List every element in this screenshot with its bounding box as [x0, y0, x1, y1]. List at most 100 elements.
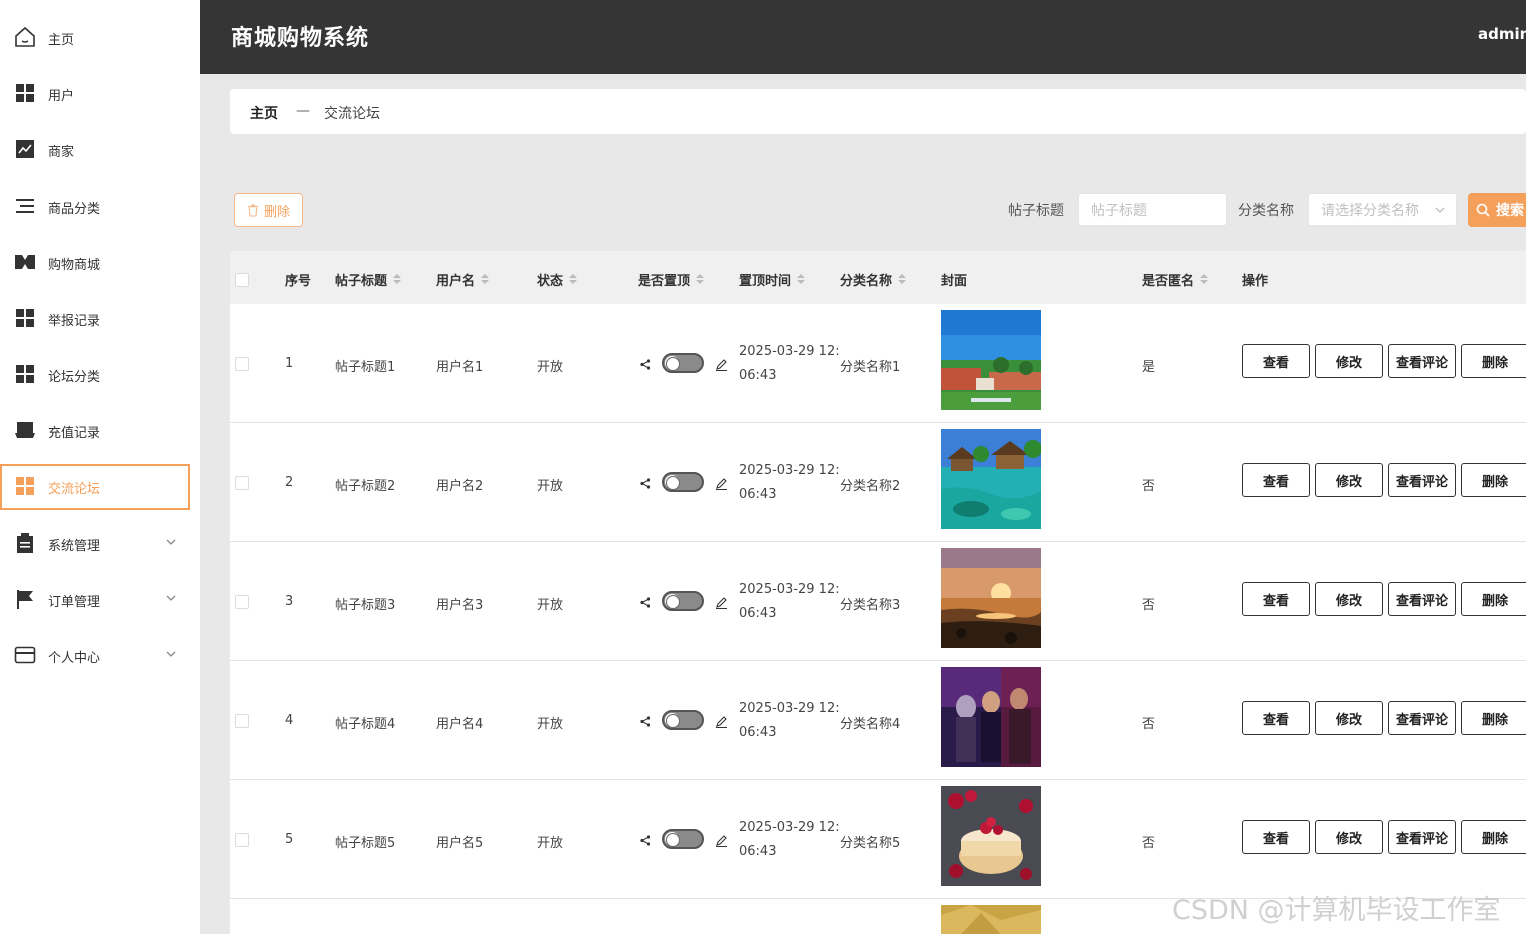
sidebar-item-orders[interactable]: 订单管理 [0, 577, 190, 623]
sidebar-item-profile[interactable]: 个人中心 [0, 633, 190, 679]
cell-title: 帖子标题1 [335, 360, 396, 375]
cell-pin-time: 2025-03-29 12: [739, 463, 840, 478]
pin-toggle[interactable] [662, 353, 704, 373]
edit-button[interactable]: 修改 [1315, 463, 1383, 497]
sidebar-item-merchants[interactable]: 商家 [0, 127, 190, 173]
cell-anonymous: 否 [1142, 836, 1156, 851]
sidebar-item-home[interactable]: 主页 [0, 15, 190, 61]
sidebar-item-product-category[interactable]: 商品分类 [0, 184, 190, 230]
sidebar-item-label: 交流论坛 [48, 481, 101, 497]
forum-table: 序号 帖子标题 用户名 状态 是否置顶 置顶时间 分类名称 封面 是否匿名 操作… [230, 251, 1526, 934]
view-comments-button[interactable]: 查看评论 [1388, 344, 1456, 378]
title-search-placeholder: 帖子标题 [1091, 202, 1147, 219]
cell-user: 用户名1 [436, 360, 484, 375]
grid-icon [16, 365, 34, 383]
column-header-pin-time[interactable]: 置顶时间 [739, 270, 806, 289]
edit-button[interactable]: 修改 [1315, 701, 1383, 735]
row-checkbox[interactable] [235, 714, 249, 728]
column-header-pinned[interactable]: 是否置顶 [638, 270, 705, 289]
sidebar-item-system[interactable]: 系统管理 [0, 521, 190, 567]
cell-pin-time: 2025-03-29 12: [739, 820, 840, 835]
sidebar-item-users[interactable]: 用户 [0, 71, 190, 117]
row-checkbox[interactable] [235, 357, 249, 371]
app-title: 商城购物系统 [231, 26, 370, 51]
sidebar-item-forum[interactable]: 交流论坛 [0, 464, 190, 510]
sidebar-item-label: 个人中心 [48, 650, 101, 666]
cell-pin-time: 2025-03-29 12: [739, 701, 840, 716]
cell-category: 分类名称1 [840, 360, 901, 375]
view-comments-button[interactable]: 查看评论 [1388, 820, 1456, 854]
edit-button[interactable]: 修改 [1315, 820, 1383, 854]
column-header-category[interactable]: 分类名称 [840, 270, 907, 289]
table-row: 1 帖子标题1 用户名1 开放 2025-03-29 12: 06:43 分类名… [230, 304, 1526, 423]
search-button[interactable]: 搜索 [1468, 193, 1526, 227]
title-search-input[interactable]: 帖子标题 [1078, 193, 1227, 226]
view-button[interactable]: 查看 [1242, 582, 1310, 616]
column-header-title[interactable]: 帖子标题 [335, 270, 402, 289]
sidebar: 主页 用户 商家 商品分类 购物商城 举报记录 论坛分类 充值记录 交流论坛 系… [0, 0, 200, 934]
table-row: 3 帖子标题3 用户名3 开放 2025-03-29 12: 06:43 分类名… [230, 542, 1526, 661]
cell-pin-time-2: 06:43 [739, 844, 777, 859]
pin-toggle[interactable] [662, 472, 704, 492]
delete-button[interactable]: 删除 [1461, 582, 1526, 616]
breadcrumb-current: 交流论坛 [324, 106, 380, 122]
cell-status: 开放 [537, 836, 564, 851]
column-header-index: 序号 [285, 274, 312, 289]
cell-title: 帖子标题3 [335, 598, 396, 613]
sidebar-item-reports[interactable]: 举报记录 [0, 296, 190, 342]
view-button[interactable]: 查看 [1242, 701, 1310, 735]
column-header-status[interactable]: 状态 [537, 270, 578, 289]
edit-button[interactable]: 修改 [1315, 582, 1383, 616]
share-icon [640, 835, 651, 846]
pin-toggle[interactable] [662, 710, 704, 730]
edit-icon [716, 359, 727, 371]
column-header-anonymous[interactable]: 是否匿名 [1142, 270, 1209, 289]
delete-button[interactable]: 删除 [1461, 463, 1526, 497]
breadcrumb-home[interactable]: 主页 [250, 103, 278, 123]
view-comments-button[interactable]: 查看评论 [1388, 463, 1456, 497]
cover-image [941, 310, 1041, 410]
sidebar-item-forum-category[interactable]: 论坛分类 [0, 352, 190, 398]
chevron-down-icon [166, 651, 176, 657]
chevron-down-icon [1435, 207, 1445, 213]
sidebar-item-recharge[interactable]: 充值记录 [0, 408, 190, 454]
cell-category: 分类名称3 [840, 598, 901, 613]
pin-toggle[interactable] [662, 829, 704, 849]
sort-icon [898, 273, 907, 286]
view-button[interactable]: 查看 [1242, 344, 1310, 378]
cell-index: 3 [285, 594, 294, 609]
cover-image [941, 786, 1041, 886]
sort-icon [797, 273, 806, 286]
chart-icon [16, 140, 34, 158]
shop-icon [15, 255, 35, 269]
delete-button[interactable]: 删除 [1461, 820, 1526, 854]
row-checkbox[interactable] [235, 476, 249, 490]
column-header-user[interactable]: 用户名 [436, 270, 490, 289]
delete-button[interactable]: 删除 [1461, 344, 1526, 378]
edit-button[interactable]: 修改 [1315, 344, 1383, 378]
view-comments-button[interactable]: 查看评论 [1388, 701, 1456, 735]
row-checkbox[interactable] [235, 833, 249, 847]
store-icon [15, 422, 35, 438]
cell-index: 2 [285, 475, 294, 490]
view-comments-button[interactable]: 查看评论 [1388, 582, 1456, 616]
batch-delete-button[interactable]: 删除 [234, 193, 303, 227]
row-checkbox[interactable] [235, 595, 249, 609]
home-icon [15, 26, 35, 47]
sidebar-item-label: 购物商城 [48, 257, 101, 273]
user-name[interactable]: admin [1478, 25, 1526, 43]
top-header: 商城购物系统 admin [200, 0, 1526, 74]
sidebar-item-label: 商品分类 [48, 201, 101, 217]
select-all-checkbox[interactable] [235, 273, 249, 287]
category-filter-label: 分类名称 [1238, 203, 1294, 219]
cell-user: 用户名2 [436, 479, 484, 494]
delete-button[interactable]: 删除 [1461, 701, 1526, 735]
view-button[interactable]: 查看 [1242, 820, 1310, 854]
view-button[interactable]: 查看 [1242, 463, 1310, 497]
pin-toggle[interactable] [662, 591, 704, 611]
sidebar-item-shop[interactable]: 购物商城 [0, 240, 190, 286]
category-select[interactable]: 请选择分类名称 [1308, 193, 1457, 226]
sidebar-item-label: 充值记录 [48, 425, 101, 441]
edit-icon [716, 716, 727, 728]
sidebar-item-label: 用户 [48, 88, 75, 104]
